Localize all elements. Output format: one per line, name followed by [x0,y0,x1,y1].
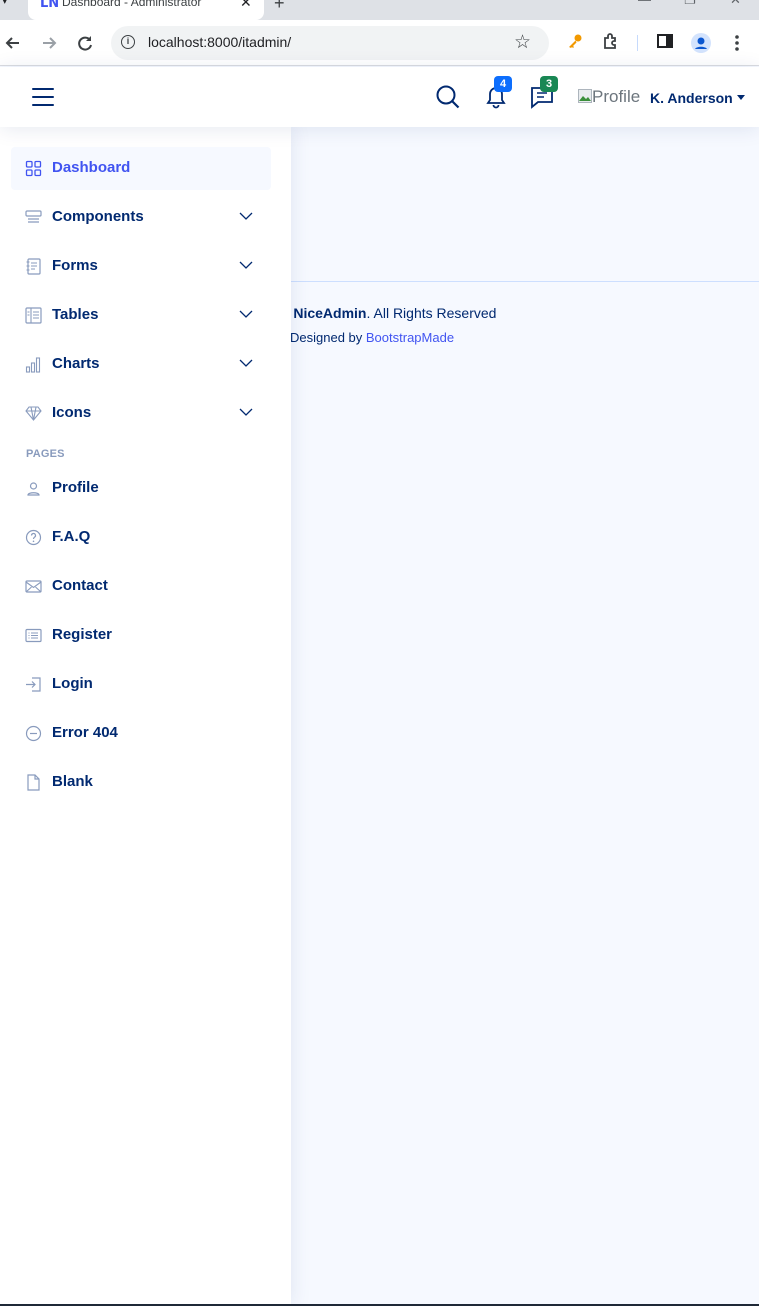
address-bar[interactable]: i localhost:8000/itadmin/ ☆ [111,26,549,60]
sidebar-item-error-404[interactable]: Error 404 [11,712,271,755]
messages-badge: 3 [540,76,558,92]
broken-image-icon [578,89,592,103]
sidebar-item-label: Charts [52,355,100,372]
sidebar-item-label: F.A.Q [52,528,91,545]
box-arrow-in-right-icon [26,677,41,692]
footer-credits: Designed by BootstrapMade [290,330,454,345]
sidebar-item-forms[interactable]: Forms [11,245,271,288]
layout-text-icon [25,307,42,324]
grid-icon [25,160,42,177]
sidebar-item-label: Tables [52,306,99,323]
caret-down-icon [737,95,745,100]
notifications-badge: 4 [494,76,512,92]
browser-toolbar: i localhost:8000/itadmin/ ☆ [0,20,759,66]
card-list-icon [25,628,42,643]
browser-tabstrip: ▾ LN Dashboard - Administrator ✕ + — ❐ ✕ [0,0,759,20]
tab-favicon-icon: LN [40,0,60,11]
profile-image-alt: Profile [592,87,641,106]
sidebar-item-login[interactable]: Login [11,663,271,706]
footer-copyright: ght NiceAdmin. All Rights Reserved [270,305,496,321]
tab-close-icon[interactable]: ✕ [240,0,252,11]
notifications-button[interactable]: 4 [482,76,512,111]
messages-button[interactable]: 3 [528,76,558,111]
sidebar-item-label: Icons [52,404,92,421]
sidebar-item-label: Blank [52,773,93,790]
chevron-down-icon [239,359,253,367]
tab-search-icon[interactable]: ▾ [2,0,8,7]
key-icon[interactable] [564,32,586,54]
dash-circle-icon [25,725,42,742]
question-circle-icon [25,529,42,546]
star-icon[interactable]: ☆ [514,31,531,54]
minimize-icon[interactable]: — [638,0,651,7]
menu-button-icon [25,210,42,223]
search-icon[interactable] [434,83,462,111]
back-icon[interactable] [2,32,24,54]
extensions-icon[interactable] [600,32,622,54]
profile-name: K. Anderson [650,90,733,106]
sidebar-item-label: Dashboard [52,159,131,176]
sidebar-item-faq[interactable]: F.A.Q [11,516,271,559]
new-tab-icon[interactable]: + [274,0,285,14]
toggle-sidebar-icon[interactable] [32,87,54,107]
copyright-brand: NiceAdmin [293,305,367,321]
journal-text-icon [26,258,41,275]
bar-chart-icon [25,357,41,373]
file-icon [27,774,40,791]
sidebar-item-components[interactable]: Components [11,196,271,239]
url-text: localhost:8000/itadmin/ [148,34,292,50]
footer-divider [291,281,759,282]
sidebar-item-label: Contact [52,577,108,594]
copyright-suffix: . All Rights Reserved [366,305,497,321]
account-icon[interactable] [690,32,712,54]
chevron-down-icon [239,310,253,318]
sidebar-item-label: Register [52,626,113,643]
sidebar-item-register[interactable]: Register [11,614,271,657]
chevron-down-icon [239,261,253,269]
window-close-icon[interactable]: ✕ [730,0,741,8]
sidebar-item-label: Forms [52,257,98,274]
sidebar: Dashboard Components Forms Tables Charts… [0,127,291,1306]
sidebar-item-contact[interactable]: Contact [11,565,271,608]
chevron-down-icon [239,212,253,220]
restore-icon[interactable]: ❐ [684,0,696,8]
sidebar-heading-pages: PAGES [26,448,65,460]
forward-icon[interactable] [38,32,60,54]
chevron-down-icon [239,408,253,416]
sidebar-item-tables[interactable]: Tables [11,294,271,337]
sidebar-item-charts[interactable]: Charts [11,343,271,386]
envelope-icon [25,580,42,593]
designer-link[interactable]: BootstrapMade [366,330,454,345]
sidebar-item-label: Profile [52,479,99,496]
tab-title: Dashboard - Administrator [62,0,202,9]
sidebar-item-blank[interactable]: Blank [11,761,271,804]
browser-tab[interactable]: LN Dashboard - Administrator ✕ [28,0,264,20]
toolbar-separator [637,35,638,51]
menu-icon[interactable] [726,32,748,54]
reload-icon[interactable] [74,32,96,54]
credits-prefix: Designed by [290,330,366,345]
sidebar-item-profile[interactable]: Profile [11,467,271,510]
profile-image: Profile [578,87,640,107]
sidebar-item-dashboard[interactable]: Dashboard [11,147,271,190]
sidebar-item-label: Error 404 [52,724,118,741]
sidebar-item-label: Components [52,208,144,225]
info-icon[interactable]: i [121,35,135,49]
sidebar-item-icons[interactable]: Icons [11,392,271,435]
person-icon [27,482,40,496]
app-header: 4 3 Profile K. Anderson [0,67,759,127]
gem-icon [25,406,42,421]
sidebar-item-label: Login [52,675,93,692]
sidepanel-icon[interactable] [654,32,676,54]
